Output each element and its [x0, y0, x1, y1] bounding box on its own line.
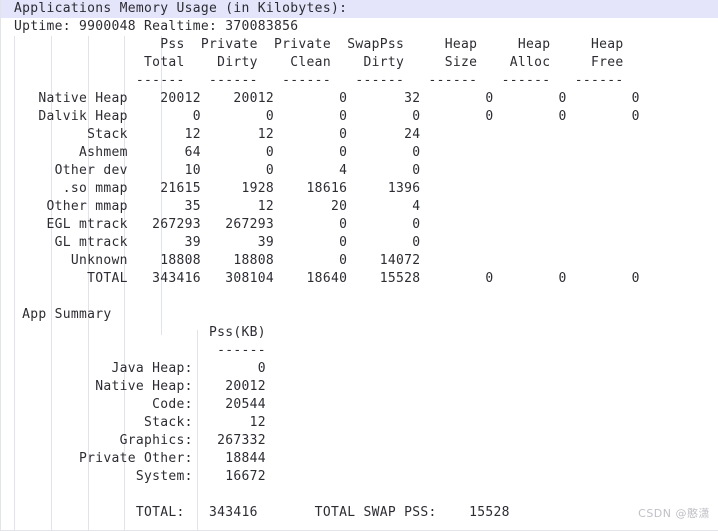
app-summary-row: Graphics: 267332: [14, 433, 266, 448]
table-row: GL mtrack 39 39 0 0: [14, 235, 421, 250]
title-line: Applications Memory Usage (in Kilobytes)…: [14, 1, 348, 16]
app-summary-row: Native Heap: 20012: [14, 379, 266, 394]
table-header-row-2: Total Dirty Clean Dirty Size Alloc Free: [14, 55, 624, 70]
uptime-line: Uptime: 9900048 Realtime: 370083856: [14, 19, 299, 34]
app-summary-heading: App Summary: [14, 307, 112, 322]
table-row: Stack 12 12 0 24: [14, 127, 421, 142]
table-row: Other dev 10 0 4 0: [14, 163, 421, 178]
app-summary-col-header: Pss(KB): [14, 325, 266, 340]
app-summary-row: Stack: 12: [14, 415, 266, 430]
code-viewer: Applications Memory Usage (in Kilobytes)…: [0, 0, 718, 531]
table-row: Ashmem 64 0 0 0: [14, 145, 421, 160]
table-row: Unknown 18808 18808 0 14072: [14, 253, 421, 268]
table-row: EGL mtrack 267293 267293 0 0: [14, 217, 421, 232]
app-summary-row: Java Heap: 0: [14, 361, 266, 376]
app-summary-row: Private Other: 18844: [14, 451, 266, 466]
table-header-rule: ------ ------ ------ ------ ------ -----…: [14, 73, 624, 88]
app-summary-row: Code: 20544: [14, 397, 266, 412]
table-header-row-1: Pss Private Private SwapPss Heap Heap He…: [14, 37, 624, 52]
app-summary-row: System: 16672: [14, 469, 266, 484]
app-summary-total-row: TOTAL: 343416 TOTAL SWAP PSS: 15528: [14, 505, 510, 520]
table-total-row: TOTAL 343416 308104 18640 15528 0 0 0: [14, 271, 640, 286]
app-summary-col-rule: ------: [14, 343, 266, 358]
csdn-watermark: CSDN @憨潇: [638, 507, 710, 520]
meminfo-dump[interactable]: Applications Memory Usage (in Kilobytes)…: [0, 0, 718, 531]
table-row: Other mmap 35 12 20 4: [14, 199, 421, 214]
table-row: Dalvik Heap 0 0 0 0 0 0 0: [14, 109, 640, 124]
table-row: .so mmap 21615 1928 18616 1396: [14, 181, 421, 196]
table-row: Native Heap 20012 20012 0 32 0 0 0: [14, 91, 640, 106]
